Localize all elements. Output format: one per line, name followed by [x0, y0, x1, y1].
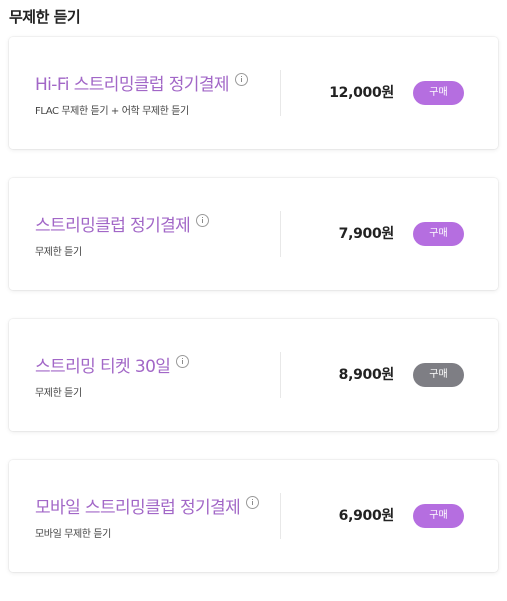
plan-name: 모바일 스트리밍클럽 정기결제	[35, 497, 241, 518]
divider	[280, 352, 281, 398]
plan-name-row: 스트리밍클럽 정기결제	[35, 211, 279, 236]
divider	[280, 493, 281, 539]
section-title: 무제한 듣기	[9, 8, 81, 26]
plan-info: 스트리밍 티켓 30일 무제한 듣기	[35, 319, 279, 431]
plan-description: 무제한 듣기	[35, 246, 82, 258]
buy-button[interactable]: 구매	[413, 222, 464, 246]
plan-list: Hi-Fi 스트리밍클럽 정기결제 FLAC 무제한 듣기 + 어학 무제한 듣…	[9, 37, 498, 601]
plan-price: 6,900원	[338, 508, 395, 524]
info-icon[interactable]	[196, 213, 210, 227]
plan-info: 모바일 스트리밍클럽 정기결제 모바일 무제한 듣기	[35, 460, 279, 572]
plan-price: 12,000원	[329, 85, 394, 101]
plan-card: 모바일 스트리밍클럽 정기결제 모바일 무제한 듣기 6,900원 구매	[9, 460, 498, 572]
plan-price: 7,900원	[338, 226, 395, 242]
plan-name-row: Hi-Fi 스트리밍클럽 정기결제	[35, 70, 279, 95]
divider	[280, 211, 281, 257]
plan-name-row: 모바일 스트리밍클럽 정기결제	[35, 493, 279, 518]
info-icon[interactable]	[234, 72, 248, 86]
plan-description: 무제한 듣기	[35, 387, 82, 399]
plan-name-row: 스트리밍 티켓 30일	[35, 352, 279, 377]
info-icon[interactable]	[246, 495, 260, 509]
plan-name: Hi-Fi 스트리밍클럽 정기결제	[35, 74, 230, 95]
buy-button[interactable]: 구매	[413, 363, 464, 387]
plan-price: 8,900원	[338, 367, 395, 383]
plan-description: FLAC 무제한 듣기 + 어학 무제한 듣기	[35, 105, 189, 117]
plan-info: 스트리밍클럽 정기결제 무제한 듣기	[35, 178, 279, 290]
buy-button[interactable]: 구매	[413, 504, 464, 528]
plan-info: Hi-Fi 스트리밍클럽 정기결제 FLAC 무제한 듣기 + 어학 무제한 듣…	[35, 37, 279, 149]
buy-button[interactable]: 구매	[413, 81, 464, 105]
divider	[280, 70, 281, 116]
info-icon[interactable]	[176, 354, 190, 368]
plan-card: Hi-Fi 스트리밍클럽 정기결제 FLAC 무제한 듣기 + 어학 무제한 듣…	[9, 37, 498, 149]
plan-name: 스트리밍 티켓 30일	[35, 356, 171, 377]
plan-description: 모바일 무제한 듣기	[35, 528, 111, 540]
plan-name: 스트리밍클럽 정기결제	[35, 215, 191, 236]
plan-card: 스트리밍클럽 정기결제 무제한 듣기 7,900원 구매	[9, 178, 498, 290]
plan-card: 스트리밍 티켓 30일 무제한 듣기 8,900원 구매	[9, 319, 498, 431]
